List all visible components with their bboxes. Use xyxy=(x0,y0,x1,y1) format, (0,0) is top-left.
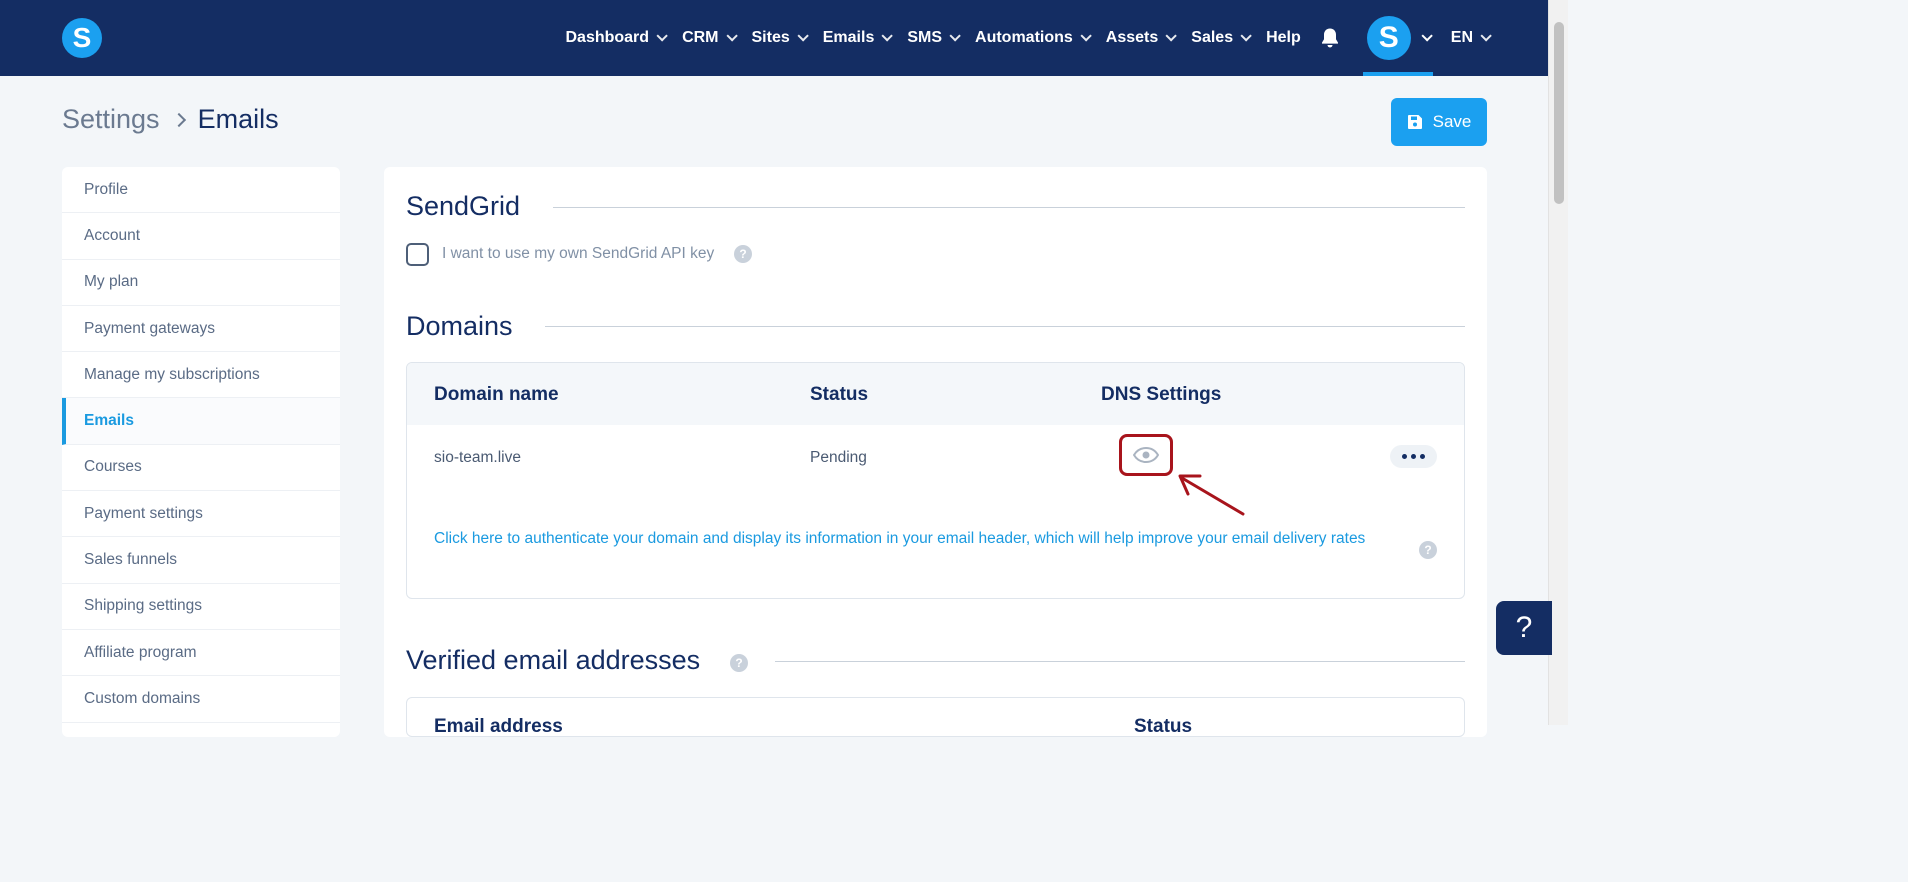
bell-icon[interactable] xyxy=(1319,27,1341,49)
sidebar-item-account[interactable]: Account xyxy=(62,213,340,260)
verified-emails-title: Verified email addresses xyxy=(406,645,701,675)
column-header-dns-settings: DNS Settings xyxy=(1101,384,1222,405)
column-header-status: Status xyxy=(810,384,869,405)
chevron-down-icon xyxy=(656,30,668,42)
nav-label: Assets xyxy=(1105,29,1159,46)
help-icon[interactable]: ? xyxy=(730,654,748,672)
chevron-down-icon xyxy=(949,30,961,42)
chevron-down-icon xyxy=(881,30,894,42)
nav-label: Help xyxy=(1266,29,1301,46)
nav-emails[interactable]: Emails xyxy=(822,0,894,76)
section-divider xyxy=(775,661,1465,662)
sidebar-item-shipping-settings[interactable]: Shipping settings xyxy=(62,584,340,630)
main-nav: Dashboard CRM Sites Emails SMS Automatio… xyxy=(547,0,1492,76)
domains-heading: Domains xyxy=(406,311,513,341)
nav-assets[interactable]: Assets xyxy=(1105,0,1178,76)
chevron-down-icon xyxy=(1080,30,1092,42)
nav-label: Sales xyxy=(1191,29,1234,46)
language-label: EN xyxy=(1450,29,1473,46)
more-dot xyxy=(1420,454,1425,459)
sendgrid-heading: SendGrid xyxy=(406,191,521,221)
chevron-down-icon xyxy=(1421,30,1433,42)
verified-emails-table: Email address Status xyxy=(406,697,1465,737)
section-divider xyxy=(553,207,1465,208)
verified-emails-heading: Verified email addresses xyxy=(406,645,700,676)
sidebar-item-custom-domains[interactable]: Custom domains xyxy=(62,676,340,723)
table-header: Domain name Status DNS Settings xyxy=(407,363,1464,425)
nav-sms[interactable]: SMS xyxy=(907,0,961,76)
chevron-down-icon xyxy=(797,30,809,42)
settings-sidebar: Profile Account My plan Payment gateways… xyxy=(62,167,340,737)
more-dot xyxy=(1411,454,1416,459)
nav-sales[interactable]: Sales xyxy=(1191,0,1252,76)
page-title: Emails xyxy=(197,104,279,134)
nav-automations[interactable]: Automations xyxy=(975,0,1092,76)
sidebar-item-courses[interactable]: Courses xyxy=(62,445,340,492)
chevron-down-icon xyxy=(1240,30,1252,42)
sidebar-item-emails[interactable]: Emails xyxy=(62,398,340,445)
nav-label: SMS xyxy=(907,29,943,46)
domains-table: Domain name Status DNS Settings sio-team… xyxy=(406,362,1465,599)
nav-label: Emails xyxy=(822,29,875,46)
language-selector[interactable]: EN xyxy=(1450,0,1492,76)
save-label: Save xyxy=(1432,112,1472,131)
sidebar-item-sales-funnels[interactable]: Sales funnels xyxy=(62,537,340,584)
nav-sites[interactable]: Sites xyxy=(751,0,809,76)
eye-icon xyxy=(1133,447,1159,463)
nav-crm[interactable]: CRM xyxy=(682,0,738,76)
domain-name-cell: sio-team.live xyxy=(434,449,521,466)
sidebar-item-affiliate-program[interactable]: Affiliate program xyxy=(62,630,340,677)
column-header-email-address: Email address xyxy=(434,716,563,737)
chevron-right-icon xyxy=(171,112,186,127)
annotation-arrow xyxy=(1178,474,1245,516)
breadcrumb: Settings Emails xyxy=(62,104,279,135)
sidebar-item-manage-subscriptions[interactable]: Manage my subscriptions xyxy=(62,352,340,399)
sidebar-item-profile[interactable]: Profile xyxy=(62,167,340,214)
authenticate-domain-link[interactable]: Click here to authenticate your domain a… xyxy=(434,528,1394,550)
sidebar-item-payment-gateways[interactable]: Payment gateways xyxy=(62,306,340,353)
avatar: S xyxy=(1366,16,1411,60)
nav-label: Dashboard xyxy=(565,29,650,46)
section-divider xyxy=(545,326,1465,327)
chevron-down-icon xyxy=(1480,30,1492,42)
more-dot xyxy=(1402,454,1407,459)
sidebar-item-payment-settings[interactable]: Payment settings xyxy=(62,491,340,538)
own-sendgrid-key-label[interactable]: I want to use my own SendGrid API key xyxy=(442,245,714,263)
user-menu[interactable]: S xyxy=(1362,0,1433,76)
domain-status-cell: Pending xyxy=(810,449,867,466)
nav-help[interactable]: Help xyxy=(1266,0,1301,76)
help-icon[interactable]: ? xyxy=(734,245,752,263)
scrollbar-thumb[interactable] xyxy=(1554,22,1564,204)
chevron-down-icon xyxy=(1165,30,1178,42)
nav-label: Sites xyxy=(751,29,790,46)
column-header-domain-name: Domain name xyxy=(434,384,559,405)
nav-label: Automations xyxy=(975,29,1073,46)
brand-logo[interactable]: S xyxy=(62,18,102,58)
sidebar-item-my-plan[interactable]: My plan xyxy=(62,260,340,306)
nav-dashboard[interactable]: Dashboard xyxy=(565,0,668,76)
chevron-down-icon xyxy=(725,30,738,42)
help-icon[interactable]: ? xyxy=(1419,541,1437,559)
own-sendgrid-key-checkbox[interactable] xyxy=(406,243,429,266)
breadcrumb-settings-link[interactable]: Settings xyxy=(62,104,160,135)
top-navbar: S Dashboard CRM Sites Emails SMS Automat… xyxy=(0,0,1548,76)
nav-label: CRM xyxy=(682,29,719,46)
save-button[interactable]: Save xyxy=(1391,98,1487,146)
view-dns-settings-button[interactable] xyxy=(1119,434,1173,476)
help-widget-button[interactable]: ? xyxy=(1496,601,1552,655)
column-header-status: Status xyxy=(1134,716,1193,737)
row-actions-menu-button[interactable] xyxy=(1390,445,1437,468)
floppy-disk-icon xyxy=(1407,115,1422,129)
